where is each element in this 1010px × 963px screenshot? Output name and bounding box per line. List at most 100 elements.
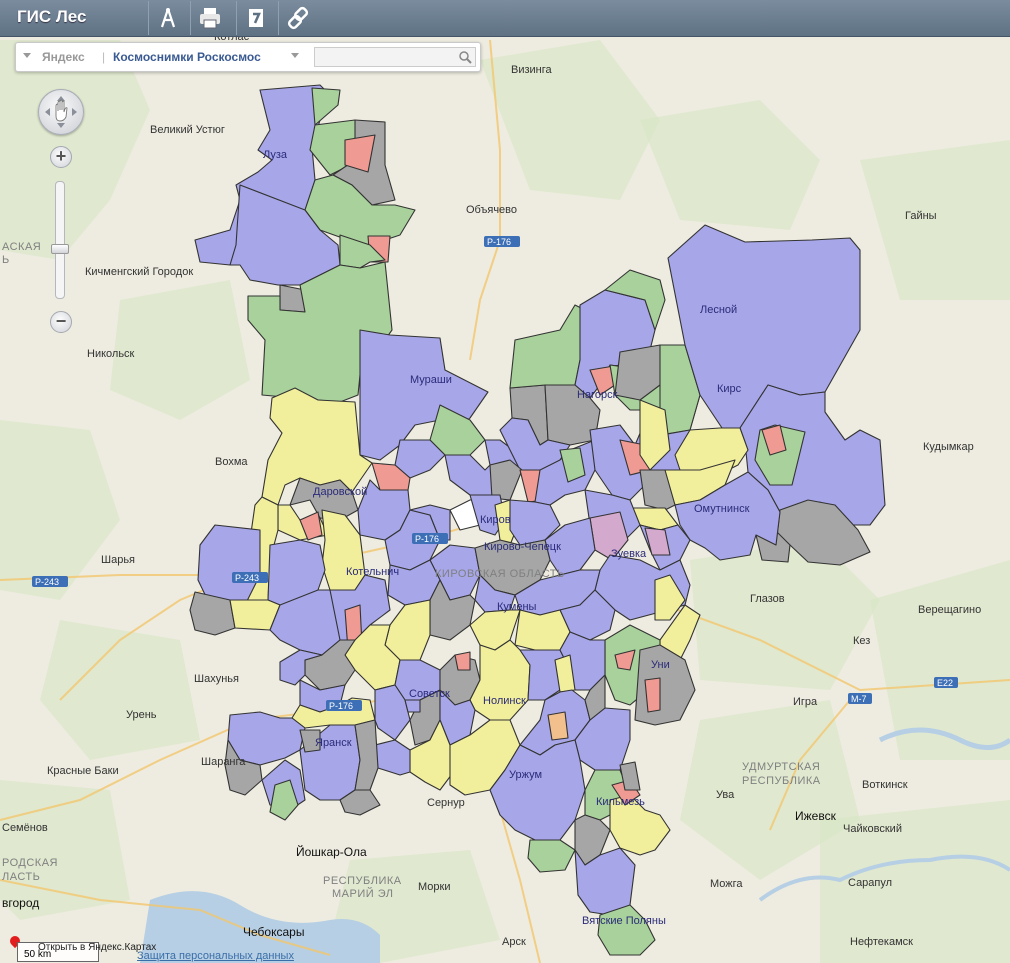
zoom-slider-thumb[interactable] bbox=[51, 244, 69, 254]
city-label: Шарья bbox=[101, 554, 135, 566]
city-label: вгород bbox=[2, 896, 39, 910]
forest-district[interactable] bbox=[454, 651, 471, 671]
region-label: РЕСПУБЛИКА bbox=[742, 775, 821, 787]
city-label: Ува bbox=[716, 789, 735, 801]
search-icon[interactable] bbox=[458, 50, 472, 64]
forest-district[interactable] bbox=[404, 699, 421, 713]
road-sign: Р-243 bbox=[232, 572, 268, 583]
region-label: АСКАЯ bbox=[2, 241, 41, 253]
region-label: КИРОВСКАЯ ОБЛАСТЬ bbox=[435, 568, 565, 580]
forest-district[interactable] bbox=[547, 711, 569, 741]
region-label: Ь bbox=[2, 254, 10, 266]
layer-separator: | bbox=[102, 50, 106, 64]
city-label: Воткинск bbox=[862, 779, 908, 791]
notes-button[interactable] bbox=[236, 1, 275, 35]
district-label: Луза bbox=[263, 149, 288, 161]
city-label: Чебоксары bbox=[243, 925, 304, 939]
svg-text:E22: E22 bbox=[937, 678, 953, 688]
city-label: Шаранга bbox=[201, 756, 246, 768]
road-sign: Р-176 bbox=[326, 700, 362, 711]
city-label: Визинга bbox=[511, 64, 553, 76]
svg-text:Р-176: Р-176 bbox=[329, 701, 353, 711]
printer-icon bbox=[200, 8, 220, 29]
district-label: Кирс bbox=[717, 383, 742, 395]
city-label: Кичменгский Городок bbox=[85, 266, 193, 278]
city-label: Урень bbox=[126, 709, 157, 721]
region-label: УДМУРТСКАЯ bbox=[742, 761, 820, 773]
print-button[interactable] bbox=[190, 1, 229, 35]
road-sign: Р-243 bbox=[32, 576, 68, 587]
app-header: ГИС Лес bbox=[0, 0, 1010, 37]
road-sign: М-7 bbox=[848, 693, 872, 704]
road-sign: Р-176 bbox=[484, 236, 520, 247]
privacy-link[interactable]: Защита персональных данных bbox=[137, 950, 294, 962]
hand-icon bbox=[45, 96, 77, 128]
city-label: Шахунья bbox=[194, 673, 239, 685]
city-label: Морки bbox=[418, 881, 450, 893]
road-sign: E22 bbox=[934, 677, 958, 688]
zoom-slider[interactable] bbox=[55, 181, 65, 299]
city-label: Гайны bbox=[905, 210, 937, 222]
district-label: Кумены bbox=[497, 601, 537, 613]
forest-district[interactable] bbox=[514, 609, 571, 651]
app-title: ГИС Лес bbox=[17, 7, 87, 26]
layer-yandex[interactable]: Яндекс bbox=[42, 50, 85, 64]
district-label: Вятские Поляны bbox=[582, 915, 666, 927]
link-button[interactable] bbox=[278, 1, 317, 35]
district-label: Нагорск bbox=[577, 389, 618, 401]
city-label: Сарапул bbox=[848, 877, 892, 889]
city-label: Арск bbox=[502, 936, 526, 948]
district-label: Нолинск bbox=[483, 695, 526, 707]
city-label: Кез bbox=[853, 635, 870, 647]
city-label: Красные Баки bbox=[47, 765, 119, 777]
map-canvas[interactable]: КотласВизингаВеликий УстюгОбъячево ГайныК… bbox=[0, 0, 1010, 963]
district-label: Зуевка bbox=[611, 548, 647, 560]
city-label: Ижевск bbox=[795, 809, 837, 823]
city-label: Игра bbox=[793, 696, 818, 708]
city-label: Никольск bbox=[87, 348, 135, 360]
svg-text:Р-176: Р-176 bbox=[487, 237, 511, 247]
svg-text:Р-243: Р-243 bbox=[35, 577, 59, 587]
region-label: МАРИЙ ЭЛ bbox=[332, 887, 393, 900]
svg-text:Р-176: Р-176 bbox=[415, 534, 439, 544]
district-label: Кильмезь bbox=[596, 796, 645, 808]
svg-text:М-7: М-7 bbox=[851, 694, 867, 704]
layer-kosmosnimki[interactable]: Космоснимки Роскосмос bbox=[113, 50, 261, 64]
pan-control[interactable] bbox=[38, 89, 84, 135]
layer-search-input[interactable] bbox=[314, 47, 476, 67]
chevron-down-icon[interactable] bbox=[291, 53, 299, 58]
district-label: Уни bbox=[651, 659, 670, 671]
city-label: Сернур bbox=[427, 797, 465, 809]
zoom-out-button[interactable]: − bbox=[50, 311, 72, 333]
forest-district[interactable] bbox=[644, 677, 661, 713]
district-label: Киров bbox=[480, 514, 511, 526]
district-label: Уржум bbox=[509, 769, 542, 781]
compass-icon bbox=[160, 8, 176, 28]
city-label: Кудымкар bbox=[923, 441, 974, 453]
city-label: Вохма bbox=[215, 456, 248, 468]
zoom-in-button[interactable]: + bbox=[50, 146, 72, 168]
district-label: Даровской bbox=[313, 486, 367, 498]
link-icon bbox=[287, 6, 309, 30]
forest-district[interactable] bbox=[197, 524, 261, 606]
district-label: Советск bbox=[409, 688, 450, 700]
region-label: ЛАСТЬ bbox=[2, 871, 40, 883]
city-label: Объячево bbox=[466, 204, 517, 216]
city-label: Нефтекамск bbox=[850, 936, 913, 948]
city-label: Йошкар-Ола bbox=[296, 844, 367, 859]
district-label: Мураши bbox=[410, 374, 452, 386]
svg-text:Р-243: Р-243 bbox=[235, 573, 259, 583]
measure-tool-button[interactable] bbox=[148, 1, 187, 35]
city-label: Верещагино bbox=[918, 604, 981, 616]
city-label: Глазов bbox=[750, 593, 785, 605]
district-label: Кирово-Чепецк bbox=[484, 541, 561, 553]
district-label: Котельнич bbox=[346, 566, 399, 578]
region-label: РЕСПУБЛИКА bbox=[323, 875, 402, 887]
district-label: Омутнинск bbox=[694, 503, 750, 515]
chevron-down-icon[interactable] bbox=[23, 53, 31, 58]
city-label: Семёнов bbox=[2, 822, 48, 834]
region-label: РОДСКАЯ bbox=[2, 857, 58, 869]
city-label: Великий Устюг bbox=[150, 124, 225, 136]
district-label: Яранск bbox=[315, 737, 352, 749]
road-sign: Р-176 bbox=[412, 533, 448, 544]
